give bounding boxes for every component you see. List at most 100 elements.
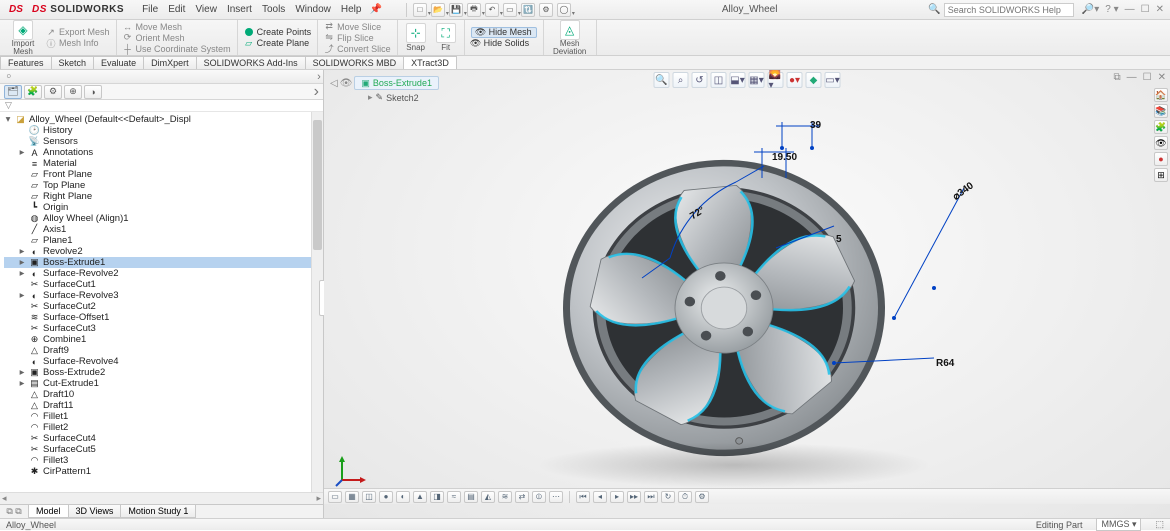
ribbon-hide-mesh[interactable]: 👁Hide Mesh (471, 27, 537, 38)
tab-mbd[interactable]: SOLIDWORKS MBD (305, 56, 405, 69)
gfx-newwin[interactable]: ⧉ (1114, 72, 1121, 83)
tree-item[interactable]: △Draft10 (4, 389, 323, 400)
tp-view[interactable]: 👁 (1154, 136, 1168, 150)
ribbon-import-mesh[interactable]: ◈ ImportMesh (6, 20, 40, 56)
tree-item[interactable]: ╱Axis1 (4, 224, 323, 235)
model-viewport[interactable]: 39 19.50 72° ⌀340 5 R64 (484, 98, 964, 518)
fm-filter[interactable]: ▽ (0, 100, 323, 112)
tree-item[interactable]: ▸▤Cut-Extrude1 (4, 378, 323, 389)
tree-item[interactable]: ✂SurfaceCut1 (4, 279, 323, 290)
tree-item[interactable]: ▸◐Revolve2 (4, 246, 323, 257)
tree-hscroll[interactable]: ◂▸ (0, 492, 323, 504)
tree-item[interactable]: ▸AAnnotations (4, 147, 323, 158)
fm-tab-tree[interactable]: 🗂 (4, 85, 22, 99)
menu-window[interactable]: Window (295, 4, 331, 15)
tree-item[interactable]: ▱Plane1 (4, 235, 323, 246)
tab-sketch[interactable]: Sketch (51, 56, 95, 69)
vt-section2[interactable]: ◨ (430, 491, 444, 503)
ribbon-flip-slice[interactable]: ⇋Flip Slice (324, 32, 391, 43)
tree-item[interactable]: ▱Top Plane (4, 180, 323, 191)
vt-play-last[interactable]: ⏭ (644, 491, 658, 503)
menu-view[interactable]: View (195, 4, 217, 15)
ribbon-export-mesh[interactable]: ↗Export Mesh (46, 27, 110, 38)
tree-item[interactable]: ▱Right Plane (4, 191, 323, 202)
win-close[interactable]: ✕ (1156, 4, 1164, 15)
fm-tab-config[interactable]: ⚙ (44, 85, 62, 99)
vt-curv[interactable]: ≈ (447, 491, 461, 503)
tp-home[interactable]: 🏠 (1154, 88, 1168, 102)
vt-play[interactable]: ▸ (610, 491, 624, 503)
tree-item[interactable]: ▸▣Boss-Extrude1 (4, 257, 323, 268)
fm-tab-prop[interactable]: 🧩 (24, 85, 42, 99)
qat-save[interactable]: 💾▾ (449, 3, 463, 17)
vt-persp[interactable]: ▲ (413, 491, 427, 503)
fm-tab-dim[interactable]: ⊕ (64, 85, 82, 99)
vt-symmetry[interactable]: ⦶ (532, 491, 546, 503)
menu-insert[interactable]: Insert (227, 4, 252, 15)
tree-item[interactable]: ▸▣Boss-Extrude2 (4, 367, 323, 378)
menu-tools[interactable]: Tools (262, 4, 285, 15)
ribbon-move-slice[interactable]: ⇄Move Slice (324, 21, 391, 32)
ribbon-orient-mesh[interactable]: ⟳Orient Mesh (123, 32, 231, 43)
tab-addins[interactable]: SOLIDWORKS Add-Ins (196, 56, 306, 69)
tp-custom[interactable]: ⊞ (1154, 168, 1168, 182)
vt-shaded[interactable]: ● (379, 491, 393, 503)
tree-item[interactable]: ◠Fillet3 (4, 455, 323, 466)
tp-design[interactable]: 🧩 (1154, 120, 1168, 134)
ribbon-mesh-info[interactable]: ⓘMesh Info (46, 38, 110, 49)
fm-tab-disp[interactable]: ◑ (84, 85, 102, 99)
qat-more[interactable]: ◯▾ (557, 3, 571, 17)
view-triad[interactable] (336, 456, 366, 486)
tab-dimxpert[interactable]: DimXpert (143, 56, 197, 69)
fm-collapse[interactable]: › (315, 71, 323, 83)
vt-shadow[interactable]: ◐ (396, 491, 410, 503)
tab-evaluate[interactable]: Evaluate (93, 56, 144, 69)
ribbon-mesh-deviation[interactable]: ◬MeshDeviation (550, 20, 590, 56)
tp-appearance[interactable]: ● (1154, 152, 1168, 166)
ribbon-fit[interactable]: ⛶Fit (434, 23, 458, 52)
ribbon-convert-slice[interactable]: ⤴Convert Slice (324, 43, 391, 54)
tree-item[interactable]: △Draft11 (4, 400, 323, 411)
search-dd[interactable]: 🔎▾ (1082, 4, 1099, 15)
win-max[interactable]: ☐ (1141, 4, 1150, 15)
fm-tab-right[interactable]: › (314, 83, 319, 101)
menu-file[interactable]: File (142, 4, 158, 15)
tree-item[interactable]: ▱Front Plane (4, 169, 323, 180)
help-btn[interactable]: ? ▾ (1105, 4, 1118, 15)
tree-item[interactable]: ✂SurfaceCut3 (4, 323, 323, 334)
bottab-model[interactable]: Model (28, 505, 69, 518)
tree-item[interactable]: △Draft9 (4, 345, 323, 356)
dim-39[interactable]: 39 (810, 120, 821, 131)
vt-thickness[interactable]: ≋ (498, 491, 512, 503)
tree-item[interactable]: ◠Fillet2 (4, 422, 323, 433)
qat-select[interactable]: ▭▾ (503, 3, 517, 17)
vt-compare[interactable]: ⇄ (515, 491, 529, 503)
qat-undo[interactable]: ↶▾ (485, 3, 499, 17)
win-min[interactable]: — (1125, 4, 1135, 15)
tree-item[interactable]: ≡Material (4, 158, 323, 169)
status-custom[interactable]: ⬚ (1155, 519, 1164, 530)
gfx-close[interactable]: ✕ (1158, 72, 1166, 83)
vt-play-first[interactable]: ⏮ (576, 491, 590, 503)
menu-edit[interactable]: Edit (168, 4, 185, 15)
qat-rebuild[interactable]: 🔃 (521, 3, 535, 17)
tree-item[interactable]: ✂SurfaceCut5 (4, 444, 323, 455)
bc-hide[interactable]: 👁 (340, 78, 353, 89)
vt-play-next[interactable]: ▸▸ (627, 491, 641, 503)
tab-xtract3d[interactable]: XTract3D (403, 56, 457, 69)
qat-options[interactable]: ⚙ (539, 3, 553, 17)
tree-item[interactable]: ≋Surface-Offset1 (4, 312, 323, 323)
dim-r64[interactable]: R64 (936, 358, 954, 369)
gfx-max[interactable]: ☐ (1143, 72, 1152, 83)
tree-root[interactable]: ▾◪Alloy_Wheel (Default<<Default>_Displ (4, 114, 323, 125)
vt-zebra[interactable]: ▤ (464, 491, 478, 503)
ribbon-create-points[interactable]: Create Points (244, 27, 312, 38)
vt-play-prev[interactable]: ◂ (593, 491, 607, 503)
tree-item[interactable]: ▸◐Surface-Revolve2 (4, 268, 323, 279)
vt-draft[interactable]: ◭ (481, 491, 495, 503)
vt-settings[interactable]: ⚙ (695, 491, 709, 503)
qat-new[interactable]: □▾ (413, 3, 427, 17)
tree-item[interactable]: 🕑History (4, 125, 323, 136)
vt-hlr[interactable]: ◫ (362, 491, 376, 503)
tp-resources[interactable]: 📚 (1154, 104, 1168, 118)
